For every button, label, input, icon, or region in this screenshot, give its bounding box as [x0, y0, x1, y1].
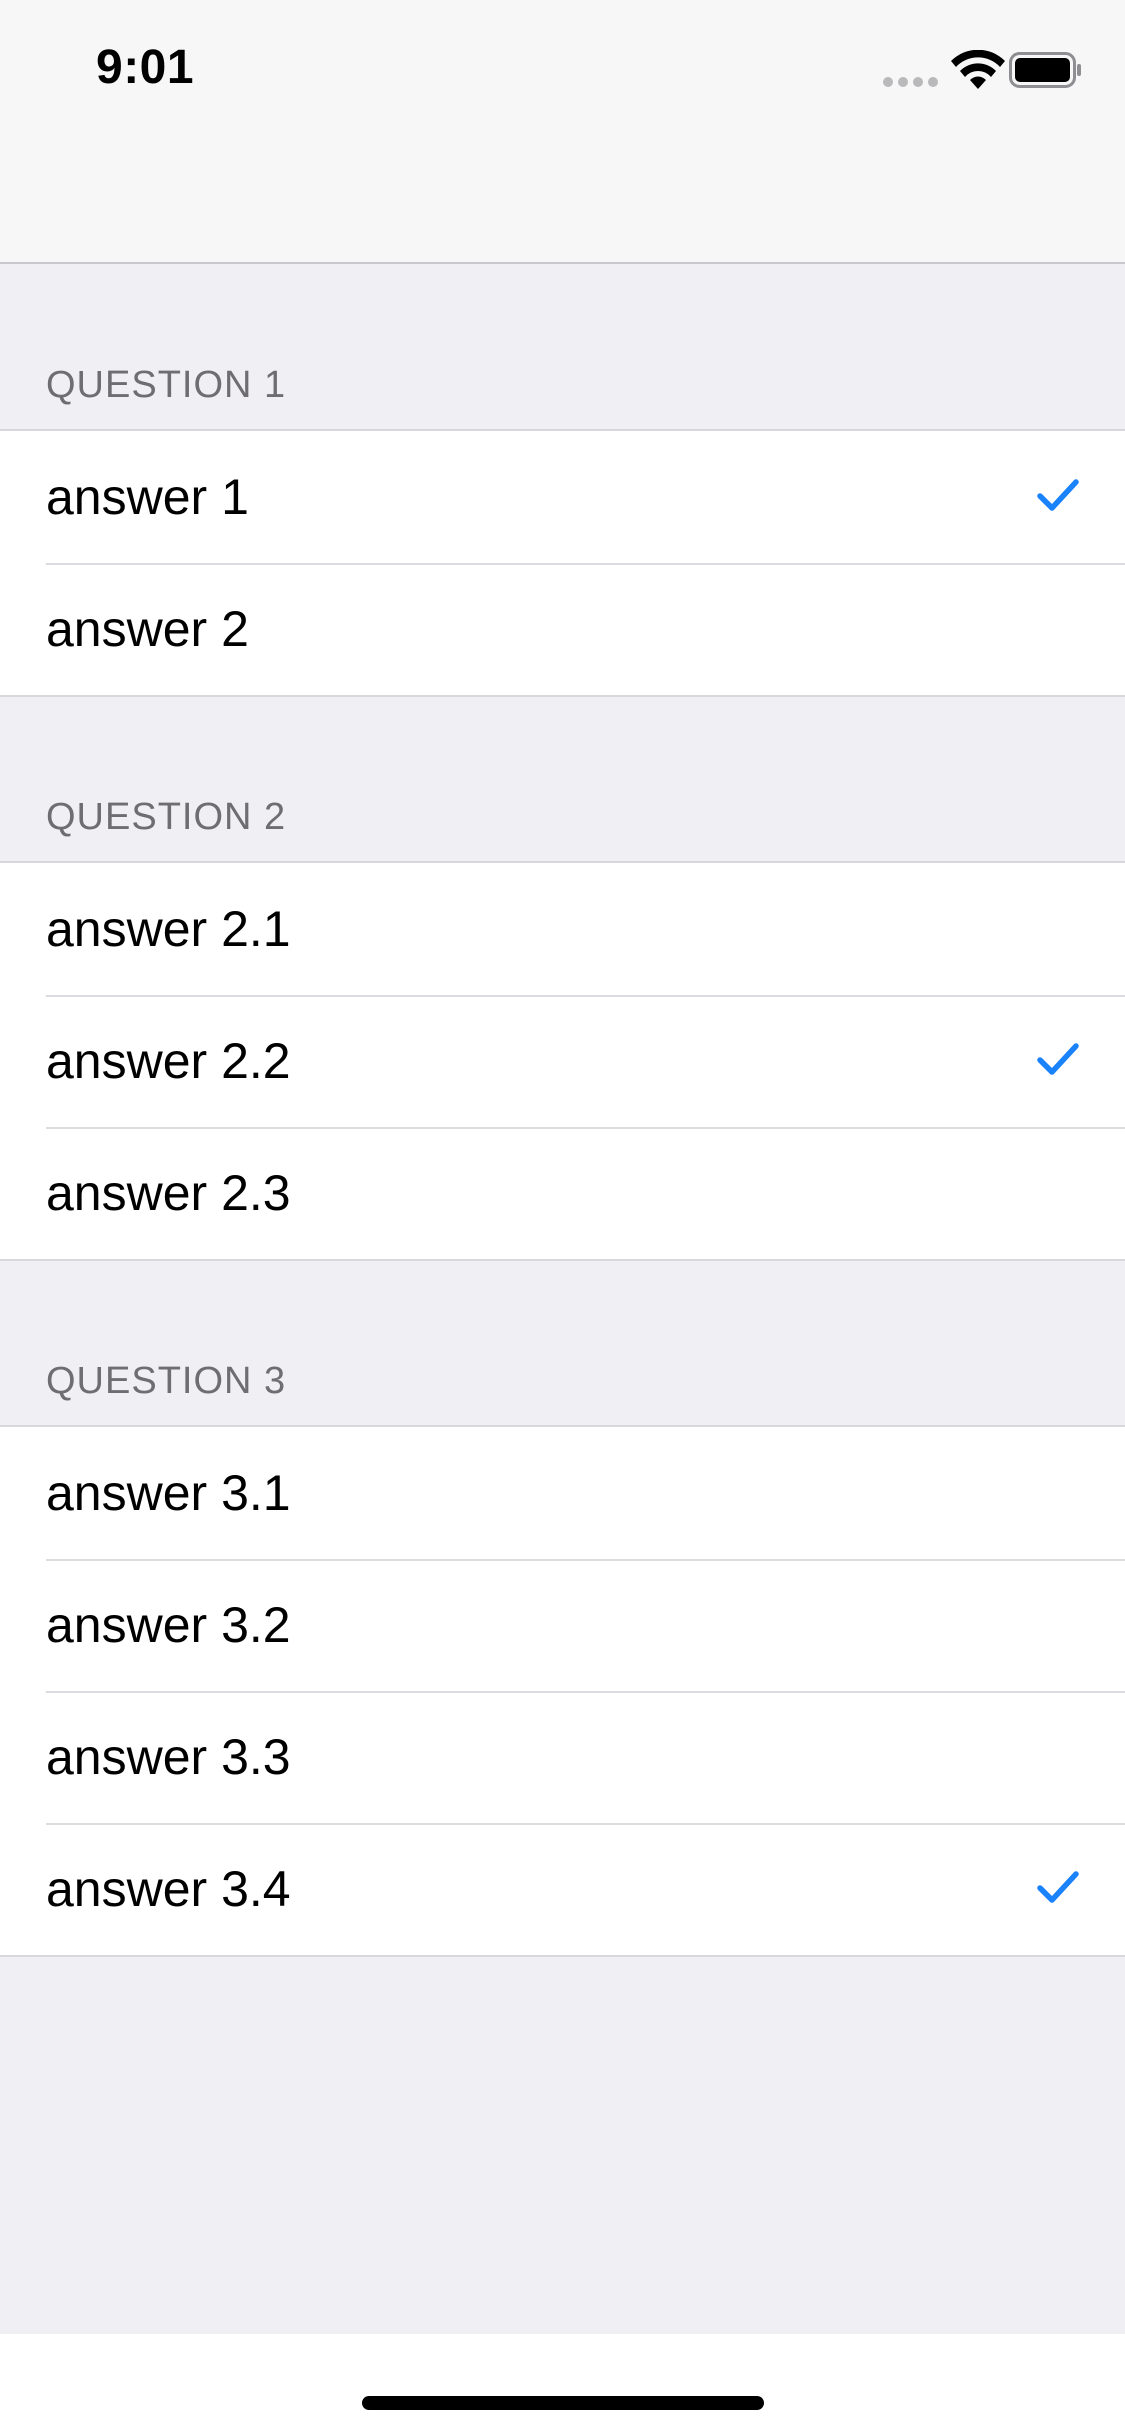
- answer-label: answer 3.1: [46, 1465, 291, 1521]
- answer-label: answer 2.2: [46, 1033, 291, 1089]
- answer-label: answer 3.3: [46, 1729, 291, 1785]
- answer-row[interactable]: answer 3.1: [0, 1427, 1125, 1559]
- answer-group-question-2: answer 2.1 answer 2.2 answer 2.3: [0, 861, 1125, 1261]
- answer-row[interactable]: answer 2.2: [0, 995, 1125, 1127]
- answer-label: answer 3.4: [46, 1861, 291, 1917]
- section-header-question-3: QUESTION 3: [46, 1360, 287, 1402]
- answer-row[interactable]: answer 2.3: [0, 1127, 1125, 1259]
- answer-label: answer 2.3: [46, 1165, 291, 1221]
- battery-icon: [1009, 52, 1081, 88]
- answer-row[interactable]: answer 3.4: [0, 1823, 1125, 1955]
- home-indicator-area: [0, 2334, 1125, 2436]
- answer-label: answer 1: [46, 469, 249, 525]
- checkmark-icon: [1037, 479, 1079, 511]
- answer-row[interactable]: answer 3.3: [0, 1691, 1125, 1823]
- navigation-bar: 9:01: [0, 0, 1125, 264]
- status-time: 9:01: [96, 41, 195, 94]
- signal-dots-icon: [883, 77, 939, 87]
- home-indicator[interactable]: [362, 2396, 764, 2410]
- checkmark-icon: [1037, 1043, 1079, 1075]
- wifi-icon: [951, 50, 1005, 89]
- section-header-question-1: QUESTION 1: [46, 364, 287, 406]
- answer-group-question-3: answer 3.1 answer 3.2 answer 3.3 answer …: [0, 1425, 1125, 1957]
- answer-row[interactable]: answer 2: [0, 563, 1125, 695]
- answer-label: answer 3.2: [46, 1597, 291, 1653]
- section-header-question-2: QUESTION 2: [46, 796, 287, 838]
- checkmark-icon: [1037, 1871, 1079, 1903]
- answer-row[interactable]: answer 3.2: [0, 1559, 1125, 1691]
- answer-row[interactable]: answer 1: [0, 431, 1125, 563]
- answer-label: answer 2.1: [46, 901, 291, 957]
- answer-group-question-1: answer 1 answer 2: [0, 429, 1125, 697]
- answer-row[interactable]: answer 2.1: [0, 863, 1125, 995]
- answer-label: answer 2: [46, 601, 249, 657]
